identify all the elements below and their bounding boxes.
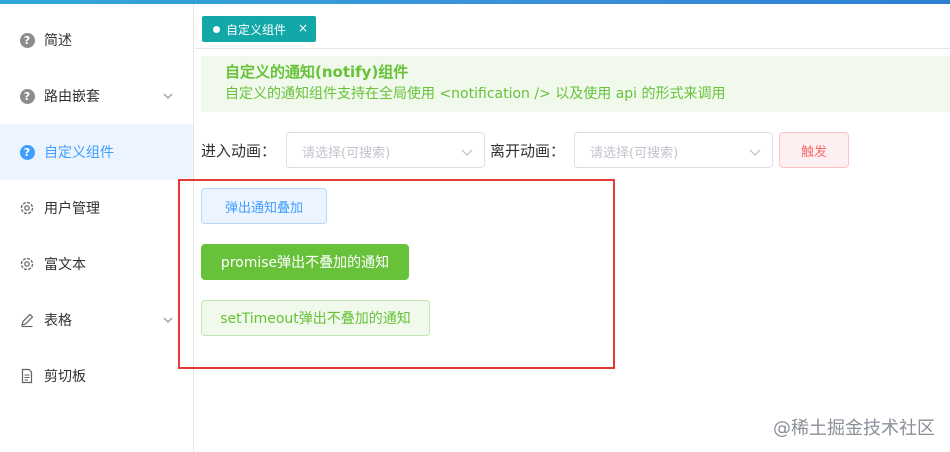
- active-dot-icon: [213, 25, 220, 33]
- tab-custom-components[interactable]: 自定义组件 ×: [202, 16, 316, 42]
- select-placeholder: 请选择(可搜索): [302, 146, 391, 161]
- sidebar-item-rich-text[interactable]: 富文本: [0, 236, 193, 292]
- chevron-down-icon: [748, 144, 762, 158]
- gear-icon: [19, 256, 35, 272]
- sidebar-item-label: 路由嵌套: [44, 89, 100, 105]
- leave-animation-select[interactable]: 请选择(可搜索): [574, 132, 773, 168]
- alert-title: 自定义的通知(notify)组件: [225, 63, 409, 81]
- pencil-icon: [19, 312, 35, 328]
- gear-icon: [19, 200, 35, 216]
- question-circle-icon: ?: [19, 144, 35, 160]
- sidebar-item-clipboard[interactable]: 剪切板: [0, 348, 193, 404]
- info-alert: 自定义的通知(notify)组件 自定义的通知组件支持在全局使用 <notifi…: [201, 56, 950, 112]
- close-icon[interactable]: ×: [298, 21, 308, 35]
- select-placeholder: 请选择(可搜索): [590, 146, 679, 161]
- alert-description: 自定义的通知组件支持在全局使用 <notification /> 以及使用 ap…: [225, 86, 726, 102]
- sidebar-item-label: 表格: [44, 313, 72, 329]
- leave-animation-label: 离开动画：: [490, 142, 566, 160]
- highlight-box: [178, 179, 615, 369]
- tab-label: 自定义组件: [226, 22, 287, 37]
- sidebar-item-label: 自定义组件: [44, 145, 114, 161]
- tab-bar: 自定义组件 ×: [195, 4, 950, 49]
- document-icon: [19, 368, 35, 384]
- sidebar-item-user-management[interactable]: 用户管理: [0, 180, 193, 236]
- chevron-down-icon: [162, 314, 174, 326]
- sidebar-item-label: 简述: [44, 33, 72, 49]
- sidebar-item-label: 富文本: [44, 257, 86, 273]
- trigger-button[interactable]: 触发: [779, 132, 849, 168]
- sidebar-item-nested-routes[interactable]: ? 路由嵌套: [0, 68, 193, 124]
- enter-animation-label: 进入动画：: [201, 142, 277, 160]
- enter-animation-select[interactable]: 请选择(可搜索): [286, 132, 485, 168]
- sidebar-item-table[interactable]: 表格: [0, 292, 193, 348]
- sidebar-item-label: 剪切板: [44, 369, 86, 385]
- sidebar: ? 简述 ? 路由嵌套 ? 自定义组件 用户管理 富文本 表格 剪切板: [0, 4, 194, 452]
- watermark: @稀土掘金技术社区: [773, 418, 935, 439]
- chevron-down-icon: [162, 90, 174, 102]
- question-circle-icon: ?: [19, 88, 35, 104]
- chevron-down-icon: [460, 144, 474, 158]
- sidebar-item-custom-components[interactable]: ? 自定义组件: [0, 124, 193, 180]
- sidebar-item-label: 用户管理: [44, 201, 100, 217]
- sidebar-item-overview[interactable]: ? 简述: [0, 12, 193, 68]
- question-circle-icon: ?: [19, 32, 35, 48]
